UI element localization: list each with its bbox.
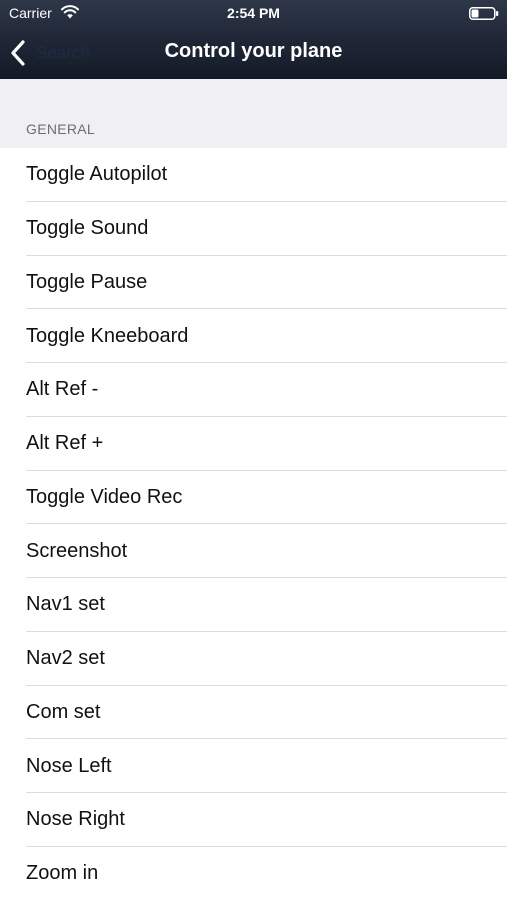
list-item[interactable]: Com set: [0, 686, 507, 740]
list-item[interactable]: Alt Ref -: [0, 363, 507, 417]
list-item[interactable]: Nav1 set: [0, 578, 507, 632]
list-item[interactable]: Toggle Kneeboard: [0, 309, 507, 363]
list-item-label: Toggle Sound: [26, 217, 149, 240]
list-item-label: Alt Ref -: [26, 378, 99, 401]
list-item[interactable]: Toggle Sound: [0, 202, 507, 256]
list-item-label: Nav1 set: [26, 593, 105, 616]
list-item-label: Toggle Video Rec: [26, 485, 183, 508]
page-title: Control your plane: [164, 40, 343, 62]
list-item[interactable]: Nose Left: [0, 739, 507, 793]
top-bar: Carrier 2:54 PM Search Control your plan…: [0, 0, 507, 79]
list-item-label: Screenshot: [26, 539, 128, 562]
battery-icon: [469, 7, 499, 20]
screen: Carrier 2:54 PM Search Control your plan…: [0, 0, 507, 900]
list-item-label: Toggle Pause: [26, 270, 148, 293]
list-item[interactable]: Nose Right: [0, 793, 507, 847]
list-item[interactable]: Toggle Video Rec: [0, 471, 507, 525]
list-item-label: Com set: [26, 700, 101, 723]
list-item[interactable]: Toggle Autopilot: [0, 148, 507, 202]
section-header-general: GENERAL: [26, 121, 96, 137]
list-item-label: Nav2 set: [26, 647, 105, 670]
list-item-label: Nose Right: [26, 808, 125, 831]
list-item-label: Nose Left: [26, 754, 112, 777]
navigation-bar: Search Control your plane: [0, 28, 507, 79]
status-time: 2:54 PM: [227, 5, 280, 21]
list-item-label: Zoom in: [26, 862, 99, 885]
list-item[interactable]: Screenshot: [0, 524, 507, 578]
controls-list: Toggle Autopilot Toggle Sound Toggle Pau…: [0, 148, 507, 900]
list-item-label: Toggle Kneeboard: [26, 324, 189, 347]
status-bar: Carrier 2:54 PM: [0, 0, 507, 28]
list-item[interactable]: Zoom in: [0, 847, 507, 900]
list-item-label: Alt Ref +: [26, 432, 104, 455]
list-item-label: Toggle Autopilot: [26, 163, 168, 186]
list-item[interactable]: Nav2 set: [0, 632, 507, 686]
section-header-area: GENERAL: [0, 79, 507, 148]
list-item[interactable]: Alt Ref +: [0, 417, 507, 471]
list-item[interactable]: Toggle Pause: [0, 256, 507, 310]
